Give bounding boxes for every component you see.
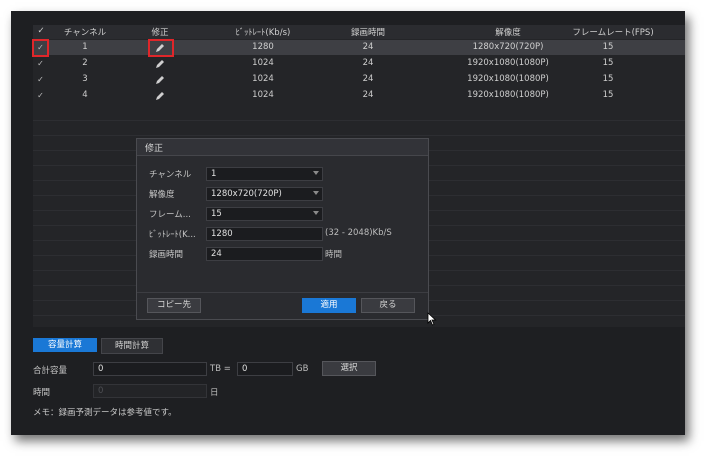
row-resolution: 1920x1080(1080P) [467,58,549,68]
mouse-cursor-icon [427,312,437,326]
total-capacity-input[interactable]: 0 [93,362,207,376]
back-button[interactable]: 戻る [361,298,415,313]
table-row[interactable]: ✓ 1 1280 24 1280x720(720P) 15 [33,40,685,55]
gb-value: 0 [242,364,248,374]
table-row[interactable]: ✓ 3 1024 24 1920x1080(1080P) 15 [33,72,685,87]
channel-label: チャンネル [149,170,192,180]
empty-row [33,120,685,136]
header-channel: チャンネル [63,28,107,38]
header-bitrate: ﾋﾞｯﾄﾚｰﾄ(Kb/s) [235,28,291,38]
pencil-icon[interactable] [154,58,166,70]
resolution-value: 1280x720(720P) [211,189,282,199]
edit-highlight [148,39,174,57]
memo-text: メモ：録画予測データは参考値です。 [33,408,177,418]
bitrate-value: 1280 [211,229,233,239]
gb-input[interactable]: 0 [237,362,293,376]
row-bitrate: 1024 [252,90,274,100]
row-checkbox[interactable]: ✓ [36,91,45,100]
bitrate-label: ﾋﾞｯﾄﾚｰﾄ(K... [149,230,196,240]
rectime-value: 24 [211,249,222,259]
resolution-label: 解像度 [149,190,175,200]
row-rec-time: 24 [362,90,374,100]
day-label: 日 [210,388,219,398]
row-checkbox[interactable]: ✓ [36,75,45,84]
channel-value: 1 [211,169,217,179]
time-input[interactable]: 0 [93,384,207,398]
dialog-title: 修正 [145,144,164,154]
rectime-label: 録画時間 [149,250,184,260]
resolution-select[interactable]: 1280x720(720P) [206,187,323,201]
framerate-value: 15 [211,209,222,219]
table-row[interactable]: ✓ 2 1024 24 1920x1080(1080P) 15 [33,56,685,71]
time-value: 0 [98,386,104,396]
row-bitrate: 1024 [252,74,274,84]
row-bitrate: 1280 [252,42,274,52]
header-check[interactable]: ✓ [35,26,47,36]
channel-select[interactable]: 1 [206,167,323,181]
row-rec-time: 24 [362,74,374,84]
framerate-label: フレーム... [149,210,191,220]
pencil-icon[interactable] [154,90,166,102]
header-rec-time: 録画時間 [350,28,385,38]
row-channel: 3 [82,74,88,84]
apply-button[interactable]: 適用 [302,298,356,313]
header-edit: 修正 [151,28,169,38]
chevron-down-icon [313,191,319,195]
dialog-titlebar: 修正 [137,139,428,156]
bitrate-range: (32 - 2048)Kb/S [325,228,392,238]
row-framerate: 15 [602,90,614,100]
table-header: ✓ チャンネル 修正 ﾋﾞｯﾄﾚｰﾄ(Kb/s) 録画時間 解像度 フレームレー… [33,25,685,39]
checkbox-highlight [32,39,49,57]
header-resolution: 解像度 [495,28,521,38]
dialog-divider [137,292,428,293]
select-button[interactable]: 選択 [322,361,376,376]
chevron-down-icon [313,171,319,175]
row-framerate: 15 [602,74,614,84]
row-framerate: 15 [602,42,614,52]
pencil-icon[interactable] [154,74,166,86]
row-framerate: 15 [602,58,614,68]
edit-dialog: 修正 チャンネル 1 解像度 1280x720(720P) フレーム... 15… [136,138,429,320]
tab-time-calc[interactable]: 時間計算 [101,338,163,354]
copy-button[interactable]: コピー先 [147,298,201,313]
row-rec-time: 24 [362,58,374,68]
row-checkbox[interactable]: ✓ [36,59,45,68]
row-resolution: 1920x1080(1080P) [467,74,549,84]
row-rec-time: 24 [362,42,374,52]
time-label: 時間 [33,388,51,398]
rectime-unit: 時間 [325,250,343,260]
total-capacity-value: 0 [98,364,104,374]
table-row[interactable]: ✓ 4 1024 24 1920x1080(1080P) 15 [33,88,685,103]
row-resolution: 1280x720(720P) [472,42,544,52]
bitrate-input[interactable]: 1280 [206,227,323,241]
row-channel: 4 [82,90,88,100]
dvr-screen: ✓ チャンネル 修正 ﾋﾞｯﾄﾚｰﾄ(Kb/s) 録画時間 解像度 フレームレー… [11,11,685,435]
header-framerate: フレームレート(FPS) [572,28,654,38]
row-channel: 1 [82,42,88,52]
total-capacity-label: 合計容量 [33,366,68,376]
tb-label: TB = [210,364,231,374]
row-channel: 2 [82,58,88,68]
row-resolution: 1920x1080(1080P) [467,90,549,100]
chevron-down-icon [313,211,319,215]
framerate-select[interactable]: 15 [206,207,323,221]
gb-label: GB [296,364,309,374]
rectime-input[interactable]: 24 [206,247,323,261]
row-bitrate: 1024 [252,58,274,68]
tab-capacity-calc[interactable]: 容量計算 [33,338,97,352]
